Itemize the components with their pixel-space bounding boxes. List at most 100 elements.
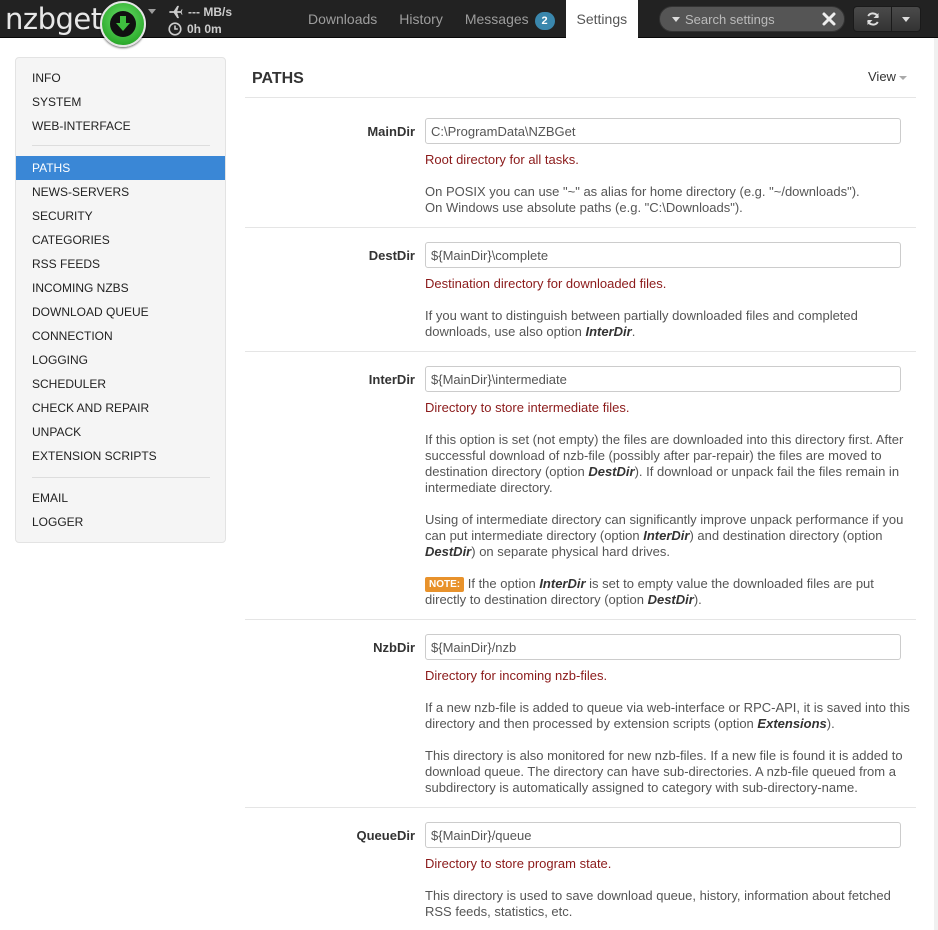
search-menu-caret-icon[interactable] — [672, 17, 680, 22]
desc-line: If you want to distinguish between parti… — [425, 308, 858, 323]
page-scrollbar[interactable] — [934, 38, 938, 930]
option-divider — [245, 807, 916, 808]
desc-line: NOTE: If the option InterDir is set to e… — [425, 576, 915, 592]
option-divider — [245, 227, 916, 228]
tab-history[interactable]: History — [388, 0, 454, 38]
search-placeholder: Search settings — [685, 12, 775, 27]
sidebar-item-scheduler[interactable]: SCHEDULER — [16, 372, 225, 396]
desc-text: directory and then processed by extensio… — [425, 716, 754, 731]
desc-text: destination directory (option — [425, 464, 585, 479]
section-title: PATHS — [252, 70, 304, 87]
refresh-menu-caret-icon[interactable] — [892, 7, 920, 31]
desc-text: . — [631, 324, 636, 339]
option-reference: DestDir — [425, 544, 472, 559]
queuedir-input[interactable] — [425, 822, 901, 848]
sidebar-item-email[interactable]: EMAIL — [16, 486, 225, 510]
option-reference: InterDir — [585, 324, 632, 339]
queuedir-summary: Directory to store program state. — [425, 856, 612, 871]
sidebar-item-incoming-nzbs[interactable]: INCOMING NZBS — [16, 276, 225, 300]
refresh-icon — [866, 12, 879, 26]
desc-line: destination directory (option DestDir). … — [425, 464, 915, 480]
desc-line: If this option is set (not empty) the fi… — [425, 432, 904, 447]
option-label-queuedir: QueueDir — [356, 828, 415, 843]
refresh-button[interactable] — [854, 7, 892, 31]
messages-count-badge: 2 — [534, 12, 555, 30]
option-label-interdir: InterDir — [368, 372, 415, 387]
tab-messages-label: Messages — [464, 11, 529, 27]
sidebar-item-logger[interactable]: LOGGER — [16, 510, 225, 534]
tab-downloads[interactable]: Downloads — [297, 0, 388, 38]
play-menu-caret-icon[interactable] — [148, 9, 156, 14]
time-left: 0h 0m — [187, 21, 222, 36]
destdir-input[interactable] — [425, 242, 901, 268]
sidebar-item-security[interactable]: SECURITY — [16, 204, 225, 228]
sidebar-item-logging[interactable]: LOGGING — [16, 348, 225, 372]
desc-line: intermediate directory. — [425, 480, 553, 495]
desc-text: If the option — [467, 576, 536, 591]
desc-text: directly to destination directory (optio… — [425, 592, 644, 607]
sidebar-divider — [32, 477, 210, 478]
view-menu-button[interactable]: View — [868, 69, 907, 84]
nzbdir-input[interactable] — [425, 634, 901, 660]
sidebar-divider — [32, 145, 210, 146]
destdir-description: If you want to distinguish between parti… — [425, 308, 915, 340]
tab-messages[interactable]: Messages 2 — [454, 0, 566, 38]
desc-text: is set to empty value the downloaded fil… — [589, 576, 874, 591]
desc-text: ) on separate physical hard drives. — [471, 544, 670, 559]
desc-line: subdirectory is automatically assigned t… — [425, 780, 858, 795]
option-reference: InterDir — [539, 576, 586, 591]
option-label-destdir: DestDir — [368, 248, 415, 263]
section-divider — [245, 97, 916, 98]
sidebar-item-web-interface[interactable]: WEB-INTERFACE — [16, 114, 225, 138]
option-divider — [245, 619, 916, 620]
maindir-summary: Root directory for all tasks. — [425, 152, 579, 167]
sidebar-item-news-servers[interactable]: NEWS-SERVERS — [16, 180, 225, 204]
download-speed: --- MB/s — [188, 4, 232, 19]
desc-line: download queue. The directory can have s… — [425, 764, 896, 779]
settings-sidebar: INFO SYSTEM WEB-INTERFACE PATHS NEWS-SER… — [15, 57, 226, 543]
top-navbar: nzbget --- MB/s 0h 0m Downloads History — [0, 0, 938, 47]
desc-text: can put intermediate directory (option — [425, 528, 640, 543]
option-reference: DestDir — [588, 464, 635, 479]
option-reference: Extensions — [757, 716, 827, 731]
search-settings-input[interactable]: Search settings — [659, 6, 845, 32]
maindir-input[interactable] — [425, 118, 901, 144]
destdir-summary: Destination directory for downloaded fil… — [425, 276, 667, 291]
interdir-description-2: Using of intermediate directory can sign… — [425, 512, 915, 560]
interdir-note: NOTE: If the option InterDir is set to e… — [425, 576, 915, 608]
sidebar-item-info[interactable]: INFO — [16, 66, 225, 90]
option-divider — [245, 351, 916, 352]
desc-line: DestDir) on separate physical hard drive… — [425, 544, 915, 560]
option-label-maindir: MainDir — [367, 124, 415, 139]
sidebar-item-check-and-repair[interactable]: CHECK AND REPAIR — [16, 396, 225, 420]
sidebar-item-unpack[interactable]: UNPACK — [16, 420, 225, 444]
desc-line: On POSIX you can use "~" as alias for ho… — [425, 184, 860, 199]
sidebar-item-connection[interactable]: CONNECTION — [16, 324, 225, 348]
interdir-input[interactable] — [425, 366, 901, 392]
desc-line: successful download of nzb-file (possibl… — [425, 448, 882, 463]
tab-settings[interactable]: Settings — [565, 0, 639, 38]
sidebar-item-paths[interactable]: PATHS — [16, 156, 225, 180]
speed-stats[interactable]: --- MB/s 0h 0m — [168, 3, 232, 37]
desc-text: ). If download or unpack fail the files … — [634, 464, 900, 479]
clear-search-icon[interactable] — [820, 10, 838, 31]
sidebar-item-rss-feeds[interactable]: RSS FEEDS — [16, 252, 225, 276]
note-badge: NOTE: — [425, 577, 465, 592]
sidebar-item-categories[interactable]: CATEGORIES — [16, 228, 225, 252]
sidebar-item-extension-scripts[interactable]: EXTENSION SCRIPTS — [16, 444, 225, 468]
sidebar-item-system[interactable]: SYSTEM — [16, 90, 225, 114]
nzbdir-description-1: If a new nzb-file is added to queue via … — [425, 700, 915, 732]
brand-logo[interactable]: nzbget — [5, 2, 102, 36]
desc-text: ) and destination directory (option — [689, 528, 883, 543]
desc-line: downloads, use also option InterDir. — [425, 324, 915, 340]
pause-resume-button[interactable] — [100, 1, 146, 47]
sidebar-item-download-queue[interactable]: DOWNLOAD QUEUE — [16, 300, 225, 324]
nzbdir-summary: Directory for incoming nzb-files. — [425, 668, 608, 683]
view-menu-label: View — [868, 69, 896, 84]
desc-line: can put intermediate directory (option I… — [425, 528, 915, 544]
desc-line: On Windows use absolute paths (e.g. "C:\… — [425, 200, 743, 215]
desc-text: downloads, use also option — [425, 324, 582, 339]
desc-line: RSS feeds, statistics, etc. — [425, 904, 573, 919]
nzbdir-description-2: This directory is also monitored for new… — [425, 748, 915, 796]
option-label-nzbdir: NzbDir — [373, 640, 415, 655]
